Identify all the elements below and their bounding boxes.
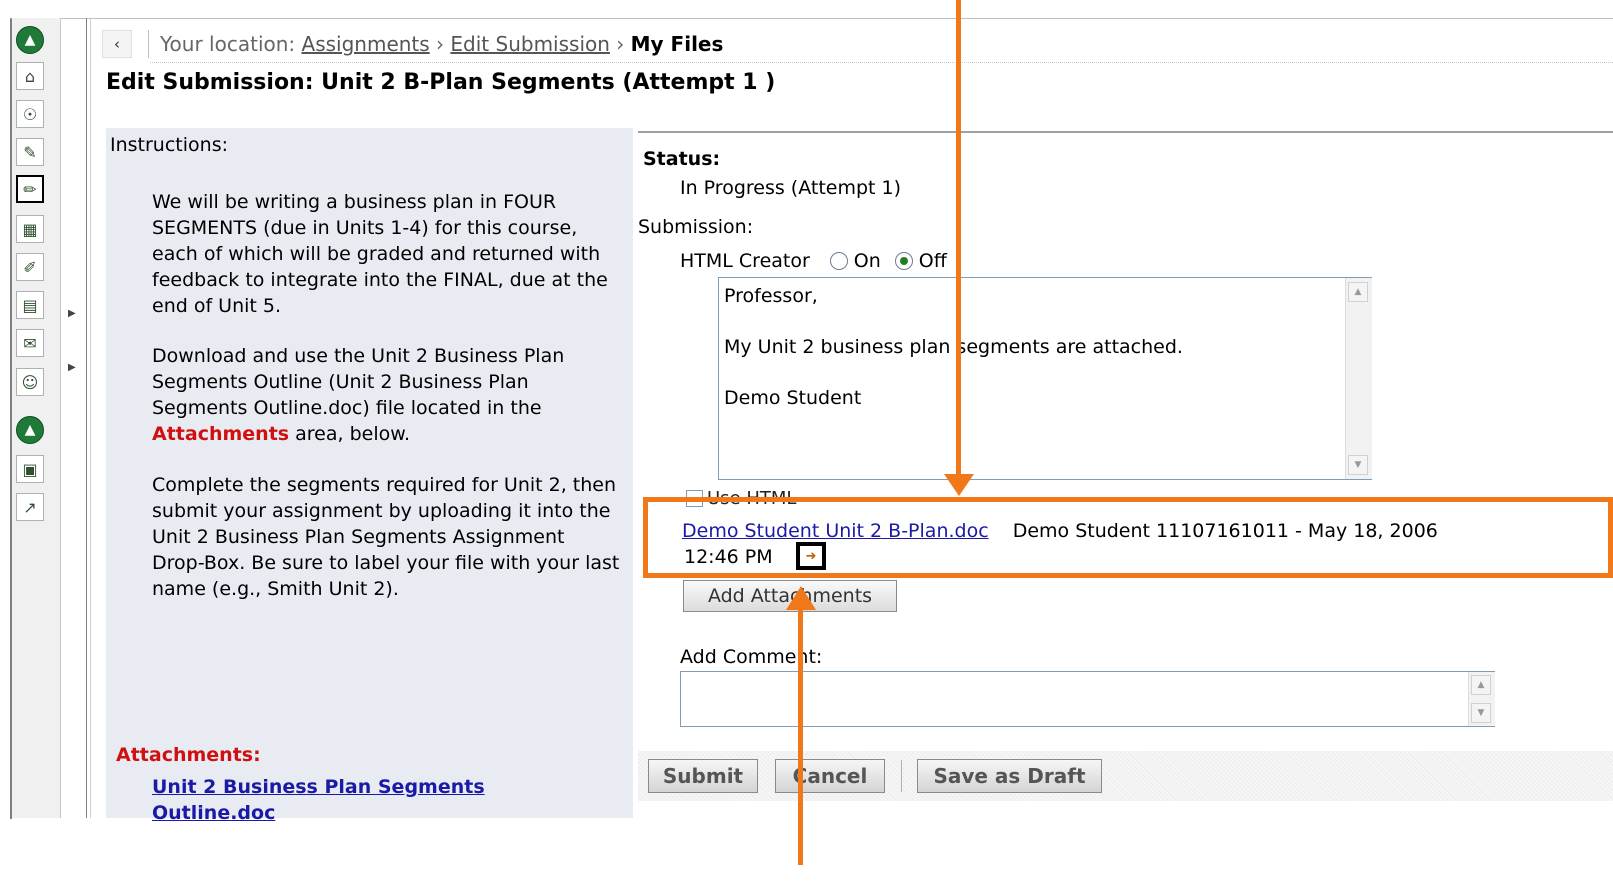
breadcrumb-link-edit-submission[interactable]: Edit Submission — [450, 32, 610, 56]
instructions-paragraph: Complete the segments required for Unit … — [152, 474, 620, 600]
documents-icon[interactable]: ▤ — [16, 291, 44, 319]
html-off-label: Off — [918, 250, 947, 272]
divider — [150, 62, 1613, 63]
expand-arrow-icon[interactable]: ▶ — [68, 308, 76, 319]
scroll-up-icon[interactable]: ▲ — [1348, 282, 1368, 302]
editor-line: Professor, — [724, 285, 818, 307]
collapse-icon[interactable]: ▲ — [16, 416, 44, 444]
attachments-reference: Attachments — [152, 423, 290, 445]
scroll-down-icon[interactable]: ▼ — [1471, 703, 1491, 723]
course-icon[interactable]: ✎ — [16, 138, 44, 166]
scroll-down-icon[interactable]: ▼ — [1348, 455, 1368, 475]
instructions-paragraph: Download and use the Unit 2 Business Pla… — [152, 343, 622, 447]
html-off-radio[interactable] — [894, 252, 913, 270]
announcements-icon[interactable]: ☉ — [16, 100, 44, 128]
arrow-head-up-icon — [786, 586, 816, 610]
instructions-paragraph: We will be writing a business plan in FO… — [152, 191, 608, 317]
cancel-button[interactable]: Cancel — [775, 759, 885, 793]
submission-label: Submission: — [638, 216, 754, 238]
divider — [901, 760, 902, 792]
grades-icon[interactable]: ▣ — [16, 455, 44, 483]
scroll-up-icon[interactable]: ▲ — [1471, 675, 1491, 695]
calendar-icon[interactable]: ▦ — [16, 215, 44, 243]
submit-button[interactable]: Submit — [648, 759, 758, 793]
divider — [638, 131, 1613, 133]
html-on-radio[interactable] — [829, 252, 848, 270]
mail-icon[interactable]: ✉ — [16, 329, 44, 357]
breadcrumb: Your location: Assignments › Edit Submis… — [160, 32, 723, 56]
arrow-head-down-icon — [944, 474, 974, 496]
attachments-heading: Attachments: — [116, 744, 261, 766]
expand-arrow-icon[interactable]: ▶ — [68, 362, 76, 373]
save-draft-button[interactable]: Save as Draft — [917, 759, 1102, 793]
annotation-arrow-up — [798, 608, 803, 865]
breadcrumb-link-assignments[interactable]: Assignments — [302, 32, 430, 56]
html-creator-label: HTML Creator — [680, 250, 810, 272]
breadcrumb-prefix: Your location: — [160, 32, 302, 56]
attachment-link[interactable]: Unit 2 Business Plan Segments Outline.do… — [152, 774, 552, 826]
divider — [148, 30, 149, 58]
annotation-arrow-down — [956, 0, 961, 478]
splitter-handle[interactable] — [86, 18, 91, 818]
breadcrumb-separator: › — [609, 32, 631, 56]
html-creator-toggle: HTML Creator On Off — [680, 250, 947, 272]
collapse-icon[interactable]: ▲ — [16, 26, 44, 54]
status-value: In Progress (Attempt 1) — [680, 177, 902, 199]
tool-sidebar: ▲ ⌂ ☉ ✎ ✏ ▦ ✐ ▤ ✉ ☺ ▲ ▣ ↗ — [12, 18, 61, 818]
assignments-icon[interactable]: ✏ — [16, 175, 44, 203]
breadcrumb-separator: › — [429, 32, 451, 56]
instructions-text: area, below. — [289, 423, 411, 445]
instructions-text: Download and use the Unit 2 Business Pla… — [152, 345, 565, 419]
roster-icon[interactable]: ☺ — [16, 368, 44, 396]
submission-textarea[interactable] — [718, 277, 1372, 480]
annotation-highlight-box — [643, 497, 1613, 578]
bookmarks-icon[interactable]: ✐ — [16, 253, 44, 281]
home-icon[interactable]: ⌂ — [16, 62, 44, 90]
html-on-label: On — [853, 250, 881, 272]
reports-icon[interactable]: ↗ — [16, 493, 44, 521]
chevron-left-icon: ‹ — [114, 35, 120, 53]
page-title: Edit Submission: Unit 2 B-Plan Segments … — [106, 70, 776, 95]
status-label: Status: — [643, 148, 721, 170]
editor-scrollbar[interactable] — [1345, 278, 1372, 479]
editor-line: My Unit 2 business plan segments are att… — [724, 336, 1183, 358]
back-button[interactable]: ‹ — [102, 30, 132, 58]
editor-line: Demo Student — [724, 387, 862, 409]
breadcrumb-current: My Files — [630, 32, 724, 56]
instructions-heading: Instructions: — [110, 134, 228, 156]
